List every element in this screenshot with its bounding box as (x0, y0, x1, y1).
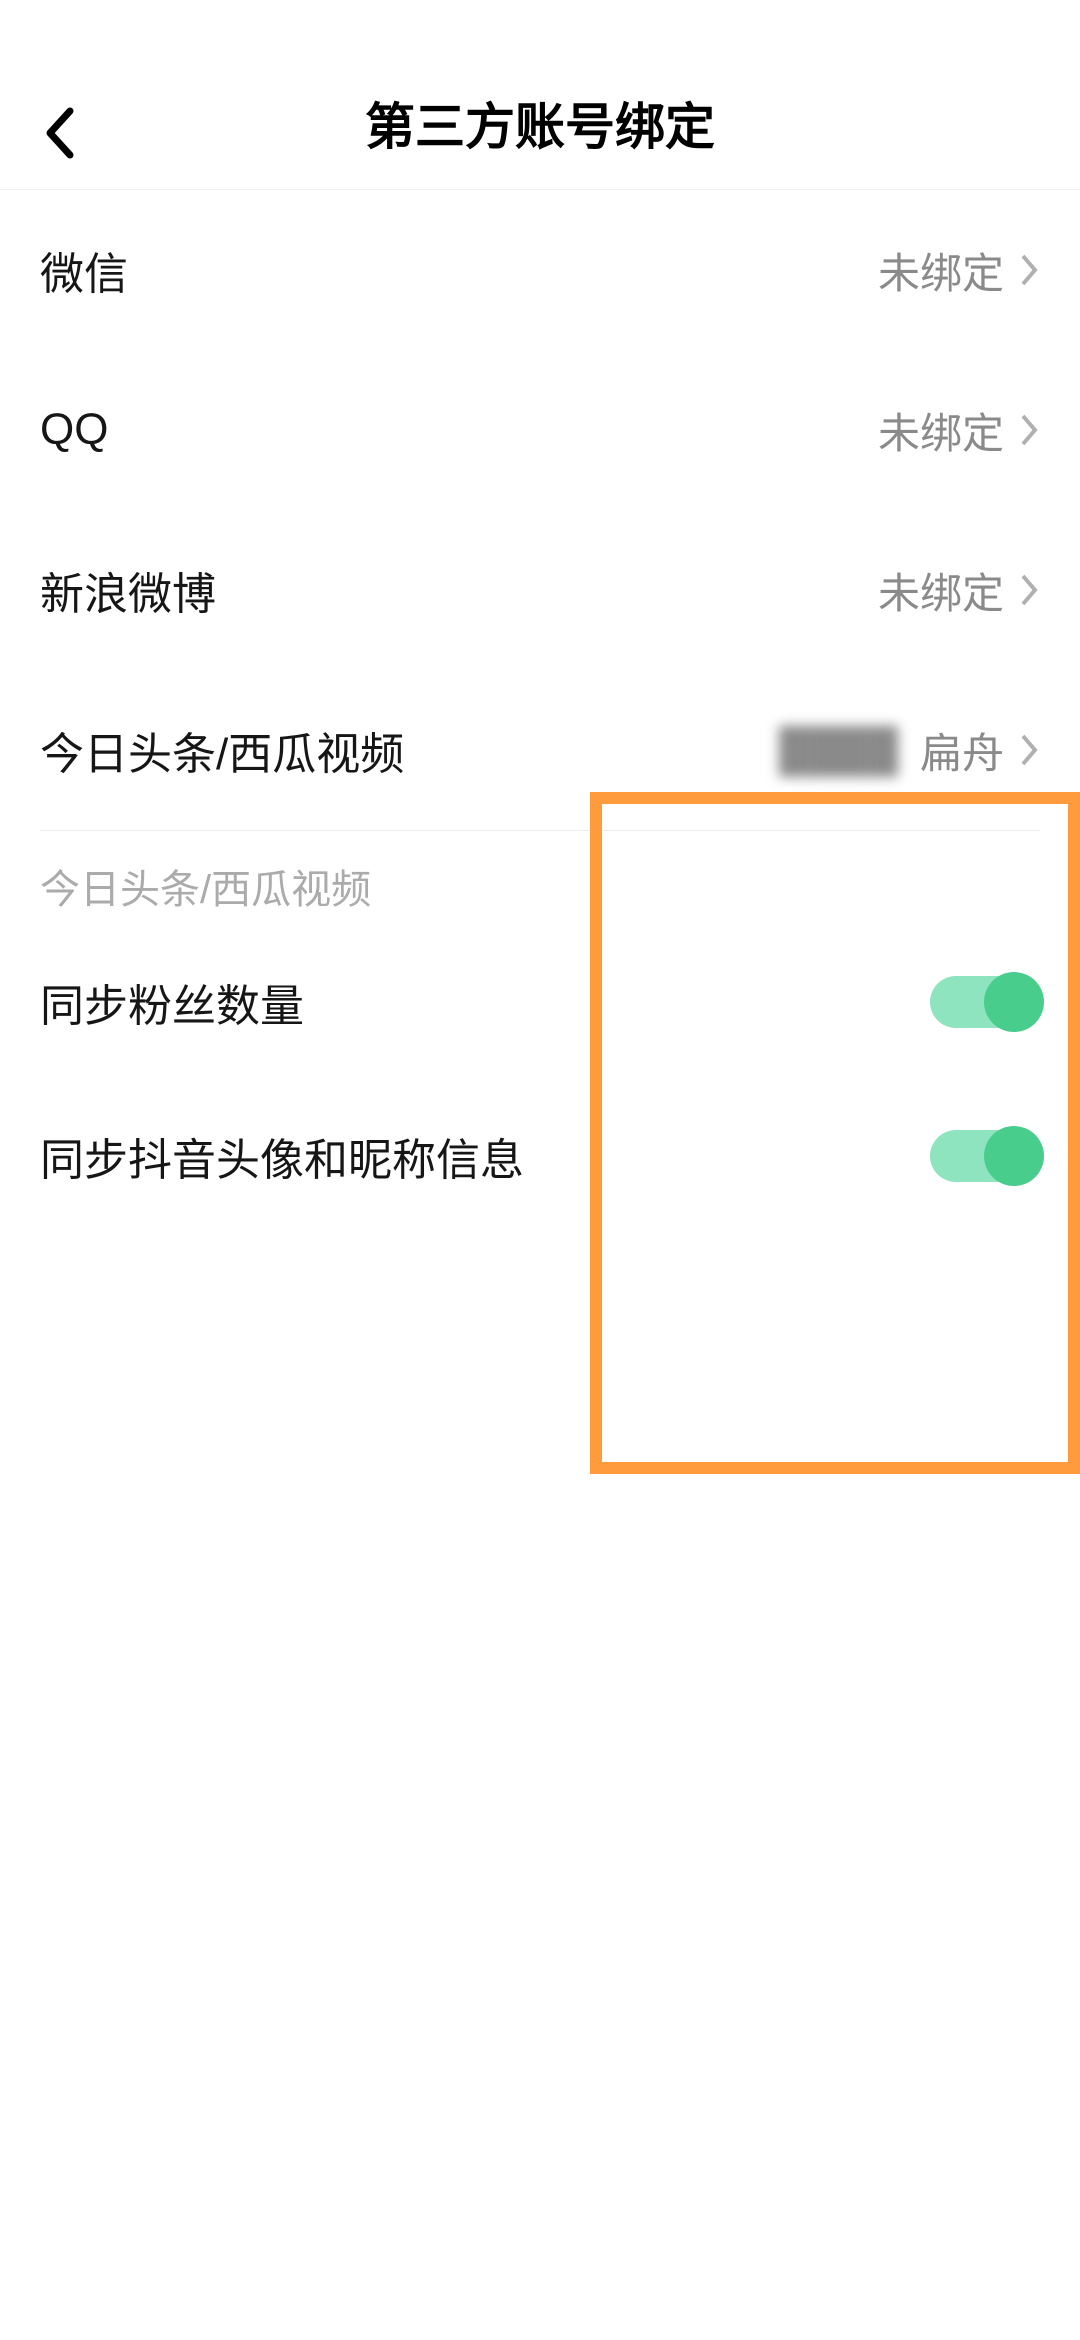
chevron-right-icon (1020, 413, 1040, 447)
binding-label: 微信 (40, 238, 128, 302)
chevron-right-icon (1020, 253, 1040, 287)
binding-label: 新浪微博 (40, 558, 216, 622)
header: 第三方账号绑定 (0, 0, 1080, 190)
back-button[interactable] (30, 103, 90, 163)
binding-status-blurred-prefix: ████ (779, 726, 904, 774)
binding-label: 今日头条/西瓜视频 (40, 718, 404, 782)
toggle-knob (984, 972, 1044, 1032)
binding-row-qq[interactable]: QQ 未绑定 (40, 350, 1040, 510)
chevron-right-icon (1020, 573, 1040, 607)
content: 微信 未绑定 QQ 未绑定 新浪微博 未绑定 今日头条/西瓜视频 ████ (0, 190, 1080, 1233)
binding-row-weibo[interactable]: 新浪微博 未绑定 (40, 510, 1040, 670)
chevron-left-icon (44, 107, 76, 159)
binding-row-toutiao[interactable]: 今日头条/西瓜视频 ████ 扁舟 (40, 670, 1040, 830)
toggle-sync-profile[interactable] (930, 1130, 1040, 1182)
binding-right: 未绑定 (878, 240, 1040, 301)
binding-row-wechat[interactable]: 微信 未绑定 (40, 190, 1040, 350)
toggle-knob (984, 1126, 1044, 1186)
chevron-right-icon (1020, 733, 1040, 767)
binding-label: QQ (40, 405, 108, 455)
binding-status: 未绑定 (878, 400, 1004, 461)
binding-status: 未绑定 (878, 240, 1004, 301)
toggle-row-sync-profile: 同步抖音头像和昵称信息 (40, 1079, 1040, 1233)
binding-status: 未绑定 (878, 560, 1004, 621)
binding-status: 扁舟 (920, 720, 1004, 781)
toggle-row-sync-followers: 同步粉丝数量 (40, 925, 1040, 1079)
page-title: 第三方账号绑定 (365, 87, 715, 159)
toggle-label: 同步粉丝数量 (40, 970, 304, 1034)
binding-right: 未绑定 (878, 400, 1040, 461)
toggle-sync-followers[interactable] (930, 976, 1040, 1028)
toggle-label: 同步抖音头像和昵称信息 (40, 1124, 524, 1188)
binding-right: ████ 扁舟 (779, 720, 1040, 781)
binding-right: 未绑定 (878, 560, 1040, 621)
section-title: 今日头条/西瓜视频 (40, 831, 1040, 925)
